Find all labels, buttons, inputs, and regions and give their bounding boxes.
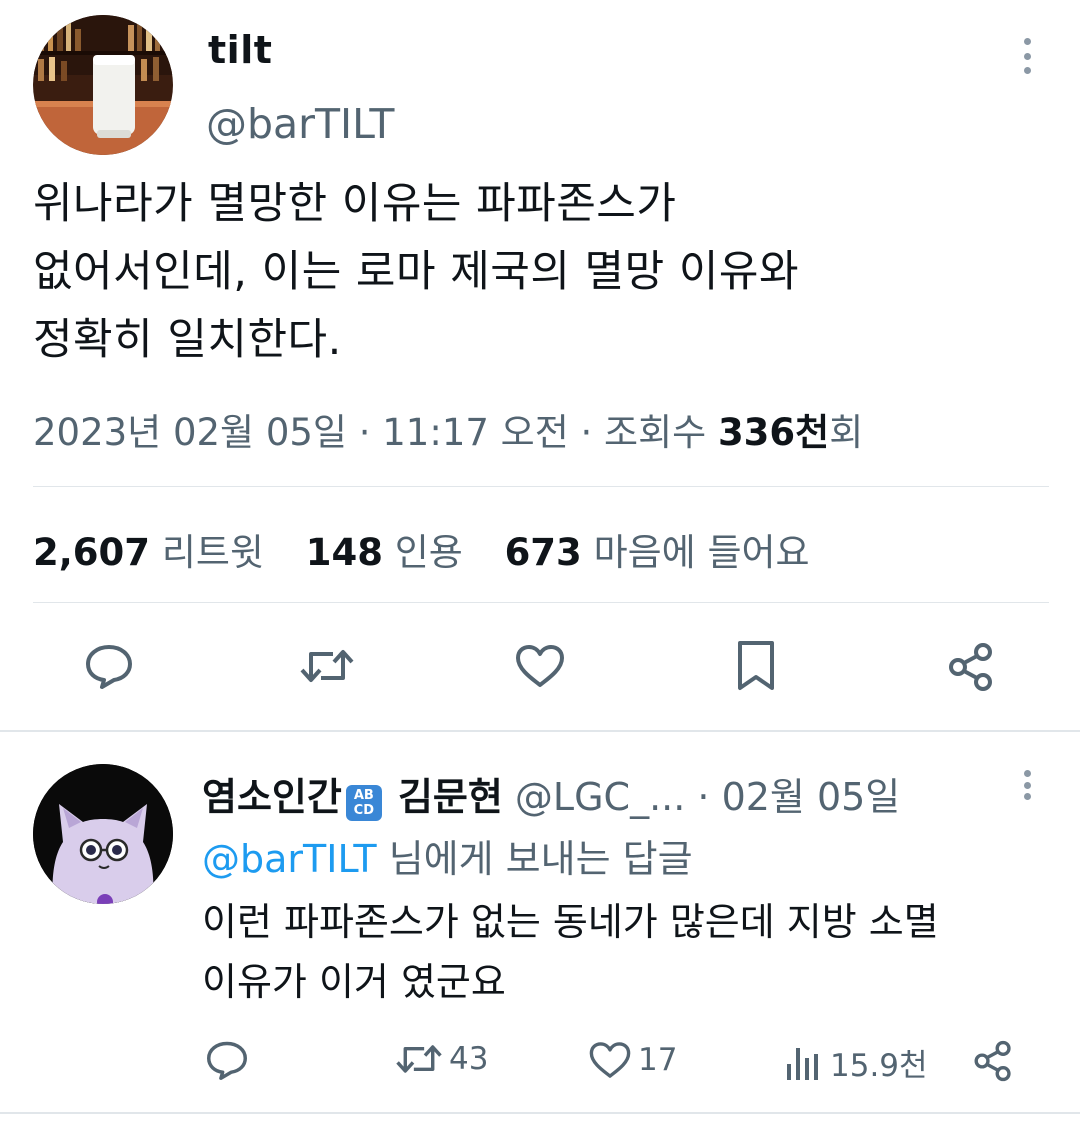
reply-icon [86, 645, 132, 689]
likes-label[interactable]: 마음에 들어요 [594, 531, 810, 574]
reply-handle[interactable]: @LGC_... [515, 775, 685, 819]
abcd-emoji-icon: AB CD [345, 785, 382, 821]
reply-display-name[interactable]: 염소인간 [202, 775, 342, 819]
tweet-meta: 2023년 02월 05일 · 11:17 오전 · 조회수 336천회 [33, 402, 863, 456]
tweet-separator [0, 1112, 1080, 1114]
like-icon [589, 1042, 631, 1078]
tweet-date[interactable]: 2023년 02월 05일 [33, 411, 347, 454]
views-count: 15.9천 [830, 1048, 928, 1084]
analytics-bars-icon [787, 1047, 818, 1080]
reply-date[interactable]: 02월 05일 [722, 775, 901, 819]
retweet-count: 43 [449, 1041, 489, 1077]
replying-to: @barTILT 님에게 보내는 답글 [202, 828, 693, 883]
reply-header: 염소인간 AB CD 김문현 @LGC_... · 02월 05일 [202, 766, 900, 821]
reply-button[interactable] [83, 640, 135, 692]
views-count: 336천 [717, 411, 830, 454]
display-name[interactable]: tilt [208, 28, 272, 72]
tweet-separator [0, 730, 1080, 732]
meta-separator: · [685, 775, 722, 819]
views-label-suffix: 회 [829, 411, 864, 454]
divider [33, 602, 1049, 603]
meta-separator: · [346, 411, 383, 454]
tweet-time[interactable]: 11:17 오전 [382, 411, 568, 454]
share-button[interactable] [944, 640, 998, 694]
reply-text: 이런 파파존스가 없는 동네가 많은데 지방 소멸 이유가 이거 였군요 [202, 900, 939, 1004]
user-handle[interactable]: @barTILT [206, 100, 394, 148]
more-options-icon[interactable] [1017, 38, 1037, 74]
retweet-icon [396, 1045, 442, 1073]
retweet-icon [300, 650, 354, 682]
tweet-text: 위나라가 멸망한 이유는 파파존스가 없어서인데, 이는 로마 제국의 멸망 이… [33, 179, 800, 365]
share-button[interactable] [972, 1040, 1020, 1082]
meta-separator: · [568, 411, 605, 454]
bookmark-button[interactable] [731, 638, 781, 694]
like-button[interactable]: 17 [588, 1040, 677, 1080]
reply-tweet[interactable]: 염소인간 AB CD 김문현 @LGC_... · 02월 05일 @barTILT… [0, 740, 1080, 1138]
retweets-count[interactable]: 2,607 [33, 531, 150, 574]
replying-to-label: 님에게 보내는 답글 [376, 837, 693, 881]
quotes-label[interactable]: 인용 [395, 531, 463, 574]
divider [33, 486, 1049, 487]
main-tweet: tilt @barTILT 위나라가 멸망한 이유는 파파존스가 없어서인데, … [0, 0, 1080, 730]
bookmark-icon [738, 641, 774, 690]
avatar[interactable] [33, 15, 173, 155]
avatar-cat-illustration [33, 764, 173, 904]
like-count: 17 [638, 1042, 678, 1078]
mention-link[interactable]: @barTILT [202, 837, 377, 881]
share-icon [949, 643, 992, 691]
reply-icon [207, 1041, 247, 1080]
like-button[interactable] [512, 640, 568, 692]
engagement-stats: 2,607 리트윗 148 인용 673 마음에 들어요 [33, 522, 840, 576]
retweet-button[interactable]: 43 [395, 1040, 488, 1078]
retweets-label[interactable]: 리트윗 [162, 531, 264, 574]
reply-button[interactable] [205, 1040, 255, 1080]
avatar-bar-photo [33, 15, 173, 155]
views-button[interactable]: 15.9천 [784, 1040, 928, 1085]
retweet-button[interactable] [297, 640, 357, 692]
reply-display-name-2[interactable]: 김문현 [398, 775, 503, 819]
views-label-prefix: 조회수 [604, 411, 718, 454]
more-options-icon[interactable] [1017, 770, 1037, 800]
share-icon [974, 1040, 1011, 1082]
quotes-count[interactable]: 148 [306, 531, 383, 574]
avatar[interactable] [33, 764, 173, 904]
likes-count[interactable]: 673 [505, 531, 582, 574]
like-icon [516, 645, 564, 687]
